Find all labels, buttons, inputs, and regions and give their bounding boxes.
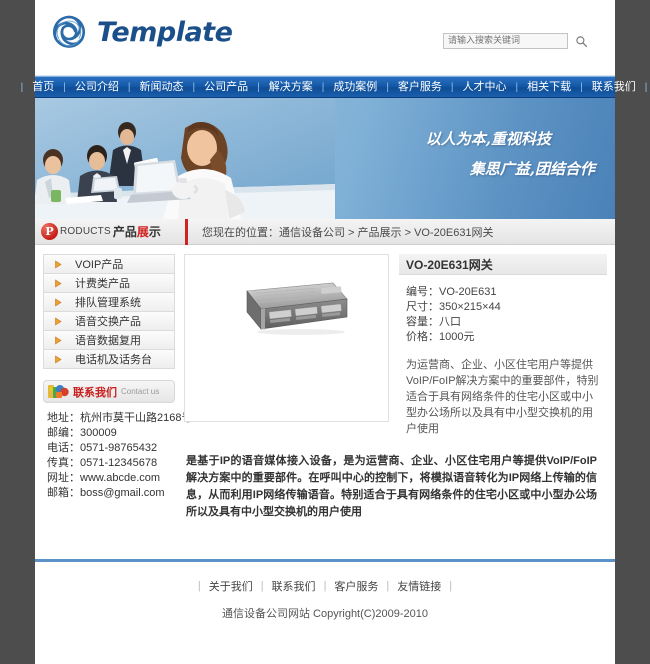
nav-item-products[interactable]: 公司产品 xyxy=(195,76,257,98)
content-area: VOIP产品 计费类产品 排队管理系统 语音交换产品 语音数据复用 电话机及话务… xyxy=(35,245,615,521)
arrow-right-icon xyxy=(54,354,63,364)
contact-email: 邮箱：boss@gmail.com xyxy=(47,487,165,499)
contact-title-en: Contact us xyxy=(121,387,160,396)
voip-gateway-device-photo xyxy=(221,279,353,345)
spec-model: 编号：VO-20E631 xyxy=(406,286,497,298)
products-badge-icon: P xyxy=(41,223,58,240)
hero-banner: 以人为本,重视科技 集思广益,团结合作 xyxy=(35,98,615,219)
sidebar-item-voip[interactable]: VOIP产品 xyxy=(44,255,174,274)
spec-price: 价格：1000元 xyxy=(406,331,475,343)
sidebar-item-queue-system[interactable]: 排队管理系统 xyxy=(44,293,174,312)
nav-item-contact[interactable]: 联系我们 xyxy=(583,76,645,98)
contact-box: 联系我们 Contact us 地址：杭州市莫干山路2168号 邮编：30000… xyxy=(43,380,193,501)
slogan-line-1: 以人为本,重视科技 xyxy=(425,130,551,148)
breadcrumb: 您现在的位置：通信设备公司 > 产品展示 > VO-20E631网关 xyxy=(202,226,494,239)
product-specs: 编号：VO-20E631 尺寸：350×215×44 容量：八口 价格：1000… xyxy=(399,275,607,345)
nav-item-solutions[interactable]: 解决方案 xyxy=(260,76,322,98)
contact-postcode: 邮编：300009 xyxy=(47,427,117,439)
banner-slogan: 以人为本,重视科技 集思广益,团结合作 xyxy=(426,124,595,184)
spiral-logo-icon xyxy=(49,12,89,52)
product-info: VO-20E631网关 编号：VO-20E631 尺寸：350×215×44 容… xyxy=(399,254,607,437)
slogan-line-2: 集思广益,团结合作 xyxy=(469,160,595,178)
footer-spacer xyxy=(35,521,615,559)
search-area xyxy=(443,33,588,49)
sidebar-item-billing[interactable]: 计费类产品 xyxy=(44,274,174,293)
product-short-description: 为运营商、企业、小区住宅用户等提供VoIP/FoIP解决方案中的重要部件，特别适… xyxy=(406,359,599,435)
nav-item-news[interactable]: 新闻动态 xyxy=(130,76,192,98)
product-image-box[interactable] xyxy=(184,254,389,422)
contact-fax: 传真：0571-12345678 xyxy=(47,457,158,469)
nav-item-talent-center[interactable]: 人才中心 xyxy=(454,76,516,98)
nav-item-home[interactable]: 首页 xyxy=(23,76,63,98)
footer-link-contact[interactable]: 联系我们 xyxy=(264,578,324,594)
page-container: Template | 首页 | 公司介绍 | 新闻动态 | 公司产品 | 解决方… xyxy=(21,0,647,664)
footer-links: | 关于我们 | 联系我们 | 客户服务 | 友情链接 | xyxy=(35,578,615,594)
sidebar-item-label: 计费类产品 xyxy=(75,278,130,290)
section-title: P RODUCTS 产品展示 xyxy=(35,223,183,240)
sidebar-item-label: 语音数据复用 xyxy=(75,335,141,347)
category-menu: VOIP产品 计费类产品 排队管理系统 语音交换产品 语音数据复用 电话机及话务… xyxy=(43,254,175,369)
nav-item-downloads[interactable]: 相关下载 xyxy=(518,76,580,98)
contact-address: 地址：杭州市莫干山路2168号 xyxy=(47,412,193,424)
spec-size: 尺寸：350×215×44 xyxy=(406,301,501,313)
nav-item-customer-service[interactable]: 客户服务 xyxy=(389,76,451,98)
footer-link-service[interactable]: 客户服务 xyxy=(326,578,386,594)
arrow-right-icon xyxy=(54,335,63,345)
sidebar-item-voice-data-mux[interactable]: 语音数据复用 xyxy=(44,331,174,350)
product-title: VO-20E631网关 xyxy=(399,254,607,275)
site-header: Template xyxy=(35,0,615,76)
section-title-cn: 产品展示 xyxy=(112,225,161,239)
sidebar-item-label: VOIP产品 xyxy=(75,259,124,271)
sidebar-item-label: 电话机及话务台 xyxy=(75,354,152,366)
contact-website: 网址：www.abcde.com xyxy=(47,472,161,484)
sidebar-item-telephone-console[interactable]: 电话机及话务台 xyxy=(44,350,174,369)
product-long-description-text: 是基于IP的语音媒体接入设备，是为运营商、企业、小区住宅用户等提供VoIP/Fo… xyxy=(186,455,597,518)
sidebar-item-voice-switch[interactable]: 语音交换产品 xyxy=(44,312,174,331)
contact-header: 联系我们 Contact us xyxy=(43,380,175,403)
sidebar: VOIP产品 计费类产品 排队管理系统 语音交换产品 语音数据复用 电话机及话务… xyxy=(43,254,193,521)
nav-item-cases[interactable]: 成功案例 xyxy=(324,76,386,98)
product-long-description: 是基于IP的语音媒体接入设备，是为运营商、企业、小区住宅用户等提供VoIP/Fo… xyxy=(184,437,607,521)
arrow-right-icon xyxy=(54,316,63,326)
nav-item-company-intro[interactable]: 公司介绍 xyxy=(66,76,128,98)
search-icon[interactable] xyxy=(575,35,588,48)
product-overview: VO-20E631网关 编号：VO-20E631 尺寸：350×215×44 容… xyxy=(184,254,607,437)
copyright-text: 通信设备公司网站 Copyright(C)2009-2010 xyxy=(221,608,428,620)
logo-text: Template xyxy=(97,16,233,48)
spec-capacity: 容量：八口 xyxy=(406,316,461,328)
main-navigation: | 首页 | 公司介绍 | 新闻动态 | 公司产品 | 解决方案 | 成功案例 … xyxy=(21,76,647,98)
contact-title-cn: 联系我们 xyxy=(73,386,117,399)
section-title-en: RODUCTS xyxy=(60,226,111,237)
footer-separator: | xyxy=(449,580,453,592)
arrow-right-icon xyxy=(54,297,63,307)
site-logo[interactable]: Template xyxy=(49,12,233,52)
footer-link-friendly-links[interactable]: 友情链接 xyxy=(389,578,449,594)
arrow-right-icon xyxy=(54,278,63,288)
sidebar-item-label: 语音交换产品 xyxy=(75,316,141,328)
contact-details: 地址：杭州市莫干山路2168号 邮编：300009 电话：0571-987654… xyxy=(43,403,193,501)
footer-link-about[interactable]: 关于我们 xyxy=(201,578,261,594)
sidebar-item-label: 排队管理系统 xyxy=(75,297,141,309)
contact-us-icon xyxy=(48,384,69,399)
main-panel: VO-20E631网关 编号：VO-20E631 尺寸：350×215×44 容… xyxy=(184,254,607,521)
arrow-right-icon xyxy=(54,259,63,269)
search-input[interactable] xyxy=(443,33,568,49)
site-footer: | 关于我们 | 联系我们 | 客户服务 | 友情链接 | 通信设备公司网站 C… xyxy=(35,562,615,621)
section-bar: P RODUCTS 产品展示 您现在的位置：通信设备公司 > 产品展示 > VO… xyxy=(35,218,615,245)
nav-separator: | xyxy=(644,81,648,93)
contact-phone: 电话：0571-98765432 xyxy=(47,442,158,454)
